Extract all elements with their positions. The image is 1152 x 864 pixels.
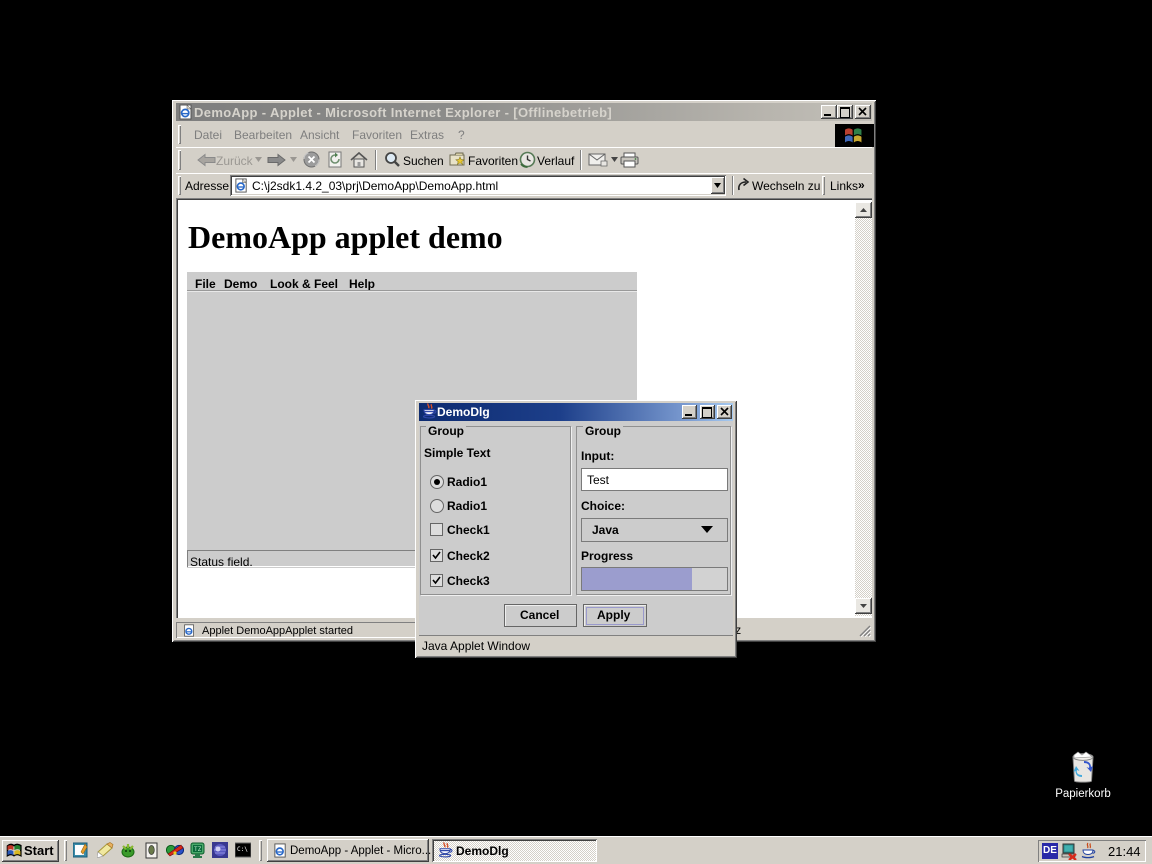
svg-text:C:\: C:\ <box>237 846 248 853</box>
svg-text:TZ: TZ <box>194 846 202 853</box>
